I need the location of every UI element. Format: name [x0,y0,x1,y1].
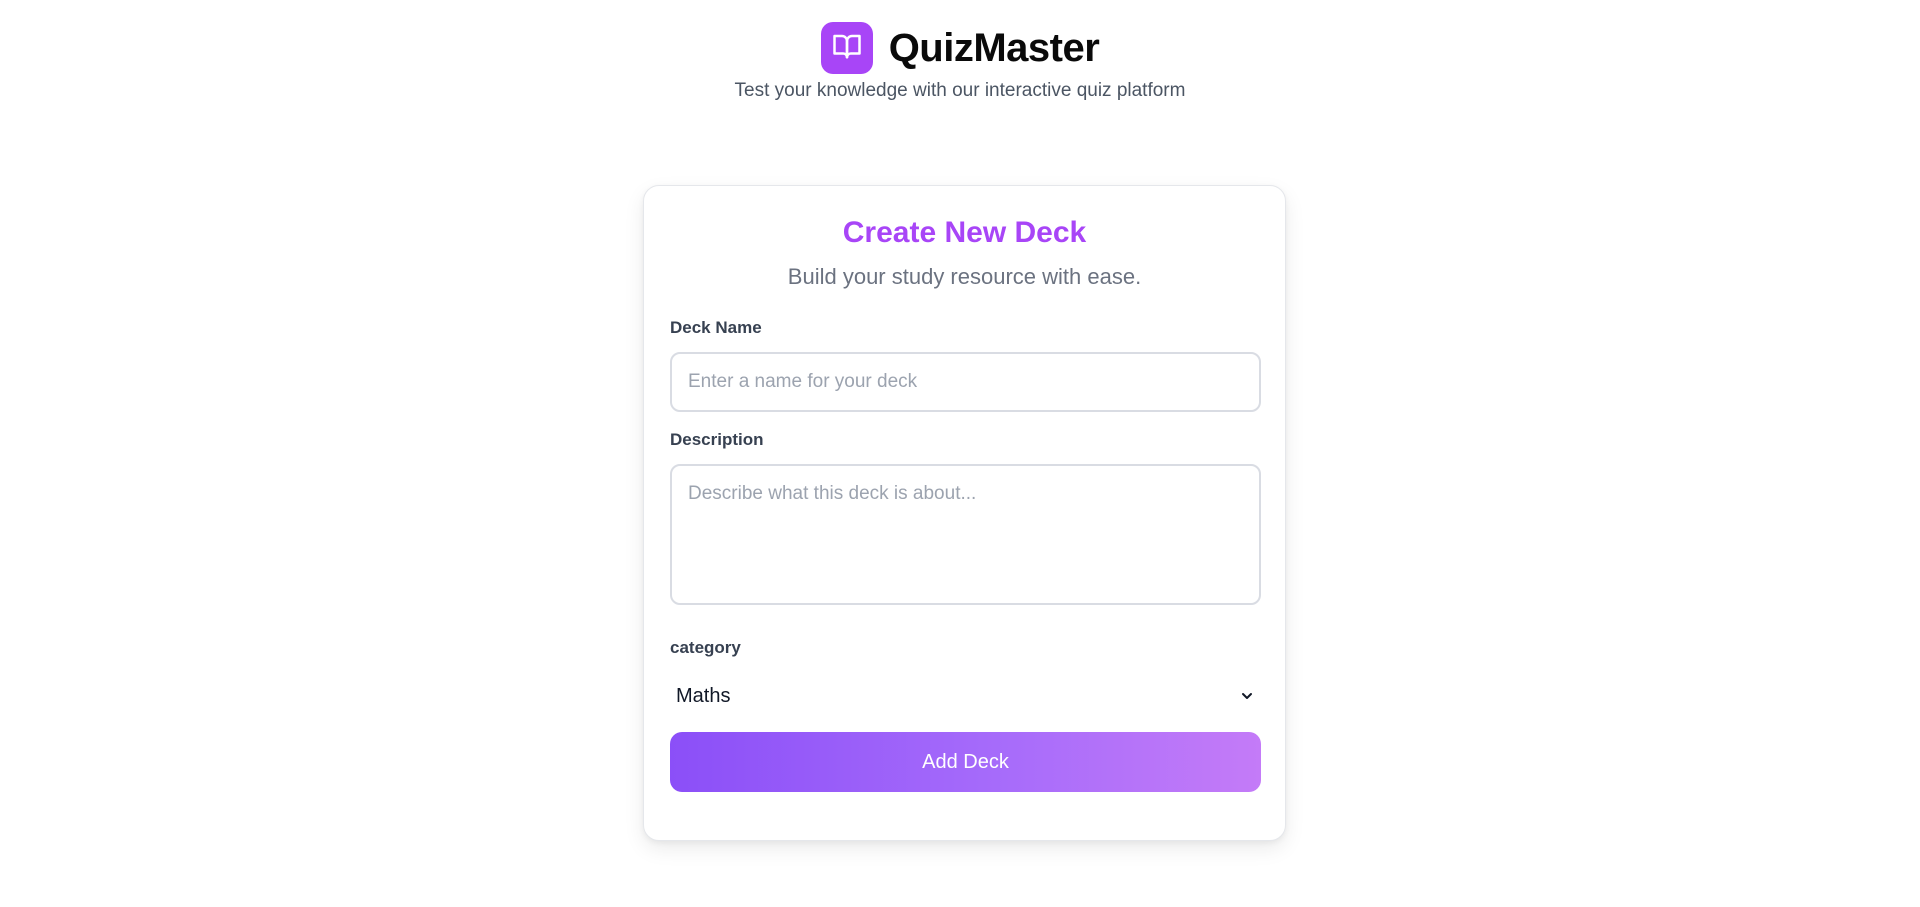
deck-name-label: Deck Name [670,318,762,337]
chevron-down-icon [1239,688,1255,704]
brand: QuizMaster [820,22,1100,74]
app-logo [820,22,873,74]
category-label: category [670,638,741,657]
add-deck-button[interactable]: Add Deck [670,732,1261,792]
form-subtitle: Build your study resource with ease. [787,264,1142,289]
description-textarea[interactable] [670,464,1261,605]
app-tagline: Test your knowledge with our interactive… [734,80,1186,101]
description-label: Description [670,430,764,449]
page-header: QuizMaster Test your knowledge with our … [0,0,1920,102]
category-selected-value: Maths [676,684,731,707]
book-open-icon [832,31,862,66]
deck-name-input[interactable] [670,352,1261,412]
form-title: Create New Deck [842,216,1087,249]
category-select[interactable]: Maths [670,676,1261,716]
create-deck-card: Create New Deck Build your study resourc… [643,185,1286,841]
app-name: QuizMaster [888,25,1100,70]
